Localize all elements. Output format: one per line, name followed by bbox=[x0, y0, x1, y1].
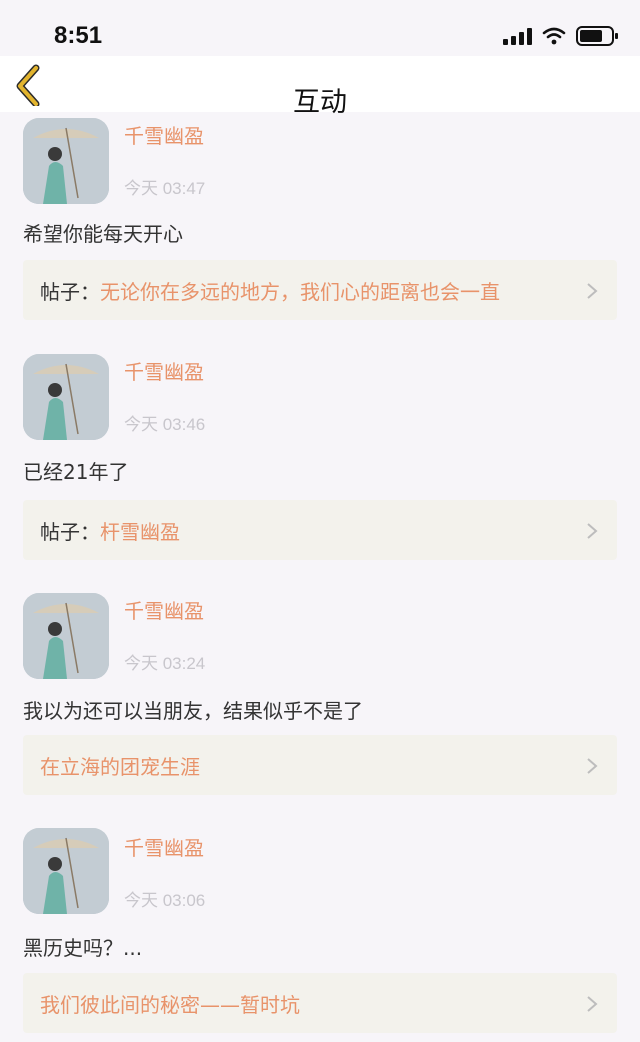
timestamp: 今天 03:24 bbox=[124, 654, 206, 673]
wifi-icon bbox=[542, 27, 566, 45]
status-time: 8:51 bbox=[54, 22, 103, 49]
post-link[interactable]: 我们彼此间的秘密——暂时坑 bbox=[23, 973, 617, 1033]
interaction-list: 千雪幽盈 今天 03:47 希望你能每天开心 帖子： 无论你在多远的地方，我们心… bbox=[0, 112, 640, 1042]
username[interactable]: 千雪幽盈 bbox=[124, 120, 204, 149]
post-title: 杆雪幽盈 bbox=[100, 519, 180, 544]
list-item[interactable]: 千雪幽盈 今天 03:46 已经21年了 帖子： 杆雪幽盈 bbox=[0, 346, 640, 582]
battery-icon bbox=[576, 26, 618, 46]
comment-text: 黑历史吗？... bbox=[23, 936, 143, 960]
comment-text: 希望你能每天开心 bbox=[23, 222, 183, 246]
post-title: 我们彼此间的秘密——暂时坑 bbox=[40, 992, 300, 1017]
username[interactable]: 千雪幽盈 bbox=[124, 595, 204, 624]
post-title: 无论你在多远的地方，我们心的距离也会一直 bbox=[100, 279, 500, 304]
signal-icon bbox=[503, 27, 532, 45]
timestamp: 今天 03:06 bbox=[124, 891, 206, 910]
nav-bar: 互动 bbox=[0, 56, 640, 118]
timestamp: 今天 03:47 bbox=[124, 179, 206, 198]
post-link[interactable]: 帖子： 杆雪幽盈 bbox=[23, 500, 617, 560]
chevron-right-icon bbox=[587, 758, 598, 774]
chevron-right-icon bbox=[587, 996, 598, 1012]
list-item[interactable]: 千雪幽盈 今天 03:06 黑历史吗？... 我们彼此间的秘密——暂时坑 bbox=[0, 820, 640, 1042]
avatar[interactable] bbox=[23, 828, 109, 914]
chevron-right-icon bbox=[587, 523, 598, 539]
username[interactable]: 千雪幽盈 bbox=[124, 356, 204, 385]
avatar[interactable] bbox=[23, 118, 109, 204]
username[interactable]: 千雪幽盈 bbox=[124, 832, 204, 861]
post-prefix: 帖子： bbox=[40, 519, 100, 544]
comment-text: 已经21年了 bbox=[23, 460, 129, 484]
post-link[interactable]: 在立海的团宠生涯 bbox=[23, 735, 617, 795]
list-item[interactable]: 千雪幽盈 今天 03:24 我以为还可以当朋友，结果似乎不是了 在立海的团宠生涯 bbox=[0, 585, 640, 821]
status-bar: 8:51 bbox=[0, 0, 640, 56]
comment-text: 我以为还可以当朋友，结果似乎不是了 bbox=[23, 699, 363, 723]
avatar[interactable] bbox=[23, 593, 109, 679]
post-prefix: 帖子： bbox=[40, 279, 100, 304]
avatar[interactable] bbox=[23, 354, 109, 440]
post-title: 在立海的团宠生涯 bbox=[40, 754, 200, 779]
status-icons bbox=[503, 26, 618, 46]
timestamp: 今天 03:46 bbox=[124, 415, 206, 434]
post-link[interactable]: 帖子： 无论你在多远的地方，我们心的距离也会一直 bbox=[23, 260, 617, 320]
chevron-right-icon bbox=[587, 283, 598, 299]
list-item[interactable]: 千雪幽盈 今天 03:47 希望你能每天开心 帖子： 无论你在多远的地方，我们心… bbox=[0, 112, 640, 346]
